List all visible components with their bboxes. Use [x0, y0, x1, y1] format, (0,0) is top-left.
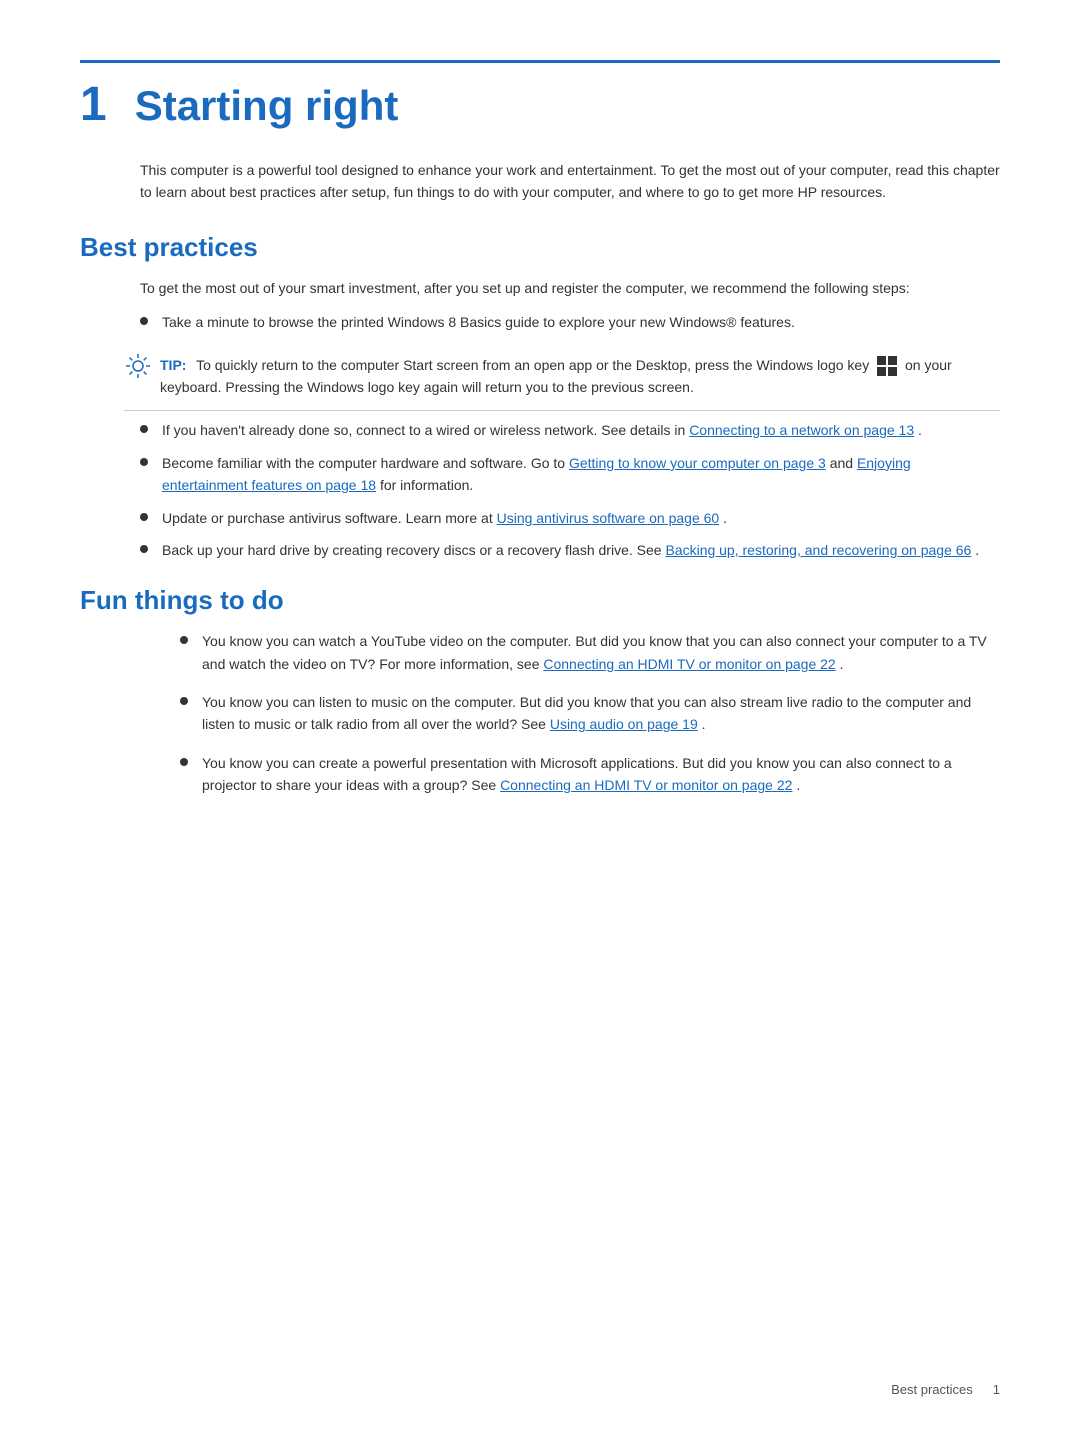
bullet-3-text: Become familiar with the computer hardwa… — [162, 452, 1000, 497]
best-practices-list-2: If you haven't already done so, connect … — [140, 419, 1000, 561]
best-practices-list: Take a minute to browse the printed Wind… — [140, 311, 1000, 333]
bullet-dot — [180, 636, 188, 644]
footer: Best practices 1 — [891, 1382, 1000, 1397]
best-practices-title: Best practices — [80, 232, 1000, 263]
page: 1 Starting right This computer is a powe… — [0, 0, 1080, 1437]
tip-text: To quickly return to the computer Start … — [160, 357, 952, 395]
footer-section-name: Best practices — [891, 1382, 973, 1397]
fun-item-1-text: You know you can watch a YouTube video o… — [202, 630, 1000, 675]
list-item: You know you can watch a YouTube video o… — [180, 630, 1000, 675]
fun-things-section: Fun things to do You know you can watch … — [80, 585, 1000, 796]
chapter-header: 1 Starting right — [80, 81, 1000, 129]
list-item: You know you can create a powerful prese… — [180, 752, 1000, 797]
intro-paragraph: This computer is a powerful tool designe… — [140, 159, 1000, 204]
bullet-dot — [140, 458, 148, 466]
bullet-dot — [180, 758, 188, 766]
connecting-network-link[interactable]: Connecting to a network on page 13 — [689, 422, 914, 438]
hdmi-tv-link-2[interactable]: Connecting an HDMI TV or monitor on page… — [500, 777, 792, 793]
list-item: Update or purchase antivirus software. L… — [140, 507, 1000, 529]
tip-content: TIP: To quickly return to the computer S… — [160, 354, 1000, 399]
bullet-dot — [140, 317, 148, 325]
list-item: Take a minute to browse the printed Wind… — [140, 311, 1000, 333]
tip-icon — [124, 352, 152, 380]
using-audio-link[interactable]: Using audio on page 19 — [550, 716, 698, 732]
getting-to-know-link[interactable]: Getting to know your computer on page 3 — [569, 455, 826, 471]
list-item: Back up your hard drive by creating reco… — [140, 539, 1000, 561]
bullet-4-text: Update or purchase antivirus software. L… — [162, 507, 1000, 529]
hdmi-tv-link-1[interactable]: Connecting an HDMI TV or monitor on page… — [543, 656, 835, 672]
bullet-dot — [140, 513, 148, 521]
bullet-5-text: Back up your hard drive by creating reco… — [162, 539, 1000, 561]
bullet-1-text: Take a minute to browse the printed Wind… — [162, 311, 1000, 333]
list-item: If you haven't already done so, connect … — [140, 419, 1000, 441]
fun-things-list: You know you can watch a YouTube video o… — [180, 630, 1000, 796]
bullet-2-text: If you haven't already done so, connect … — [162, 419, 1000, 441]
antivirus-link[interactable]: Using antivirus software on page 60 — [497, 510, 720, 526]
tip-box: TIP: To quickly return to the computer S… — [124, 344, 1000, 412]
tip-label: TIP: — [160, 357, 186, 373]
backing-up-link[interactable]: Backing up, restoring, and recovering on… — [665, 542, 971, 558]
fun-item-2-text: You know you can listen to music on the … — [202, 691, 1000, 736]
chapter-number: 1 — [80, 81, 107, 129]
windows-logo-icon — [877, 356, 897, 376]
list-item: You know you can listen to music on the … — [180, 691, 1000, 736]
footer-page-number: 1 — [993, 1382, 1000, 1397]
fun-item-3-text: You know you can create a powerful prese… — [202, 752, 1000, 797]
bullet-dot — [140, 545, 148, 553]
top-border — [80, 60, 1000, 63]
bullet-dot — [180, 697, 188, 705]
fun-things-title: Fun things to do — [80, 585, 1000, 616]
list-item: Become familiar with the computer hardwa… — [140, 452, 1000, 497]
best-practices-intro: To get the most out of your smart invest… — [140, 277, 1000, 299]
bullet-dot — [140, 425, 148, 433]
chapter-title: Starting right — [135, 85, 399, 127]
